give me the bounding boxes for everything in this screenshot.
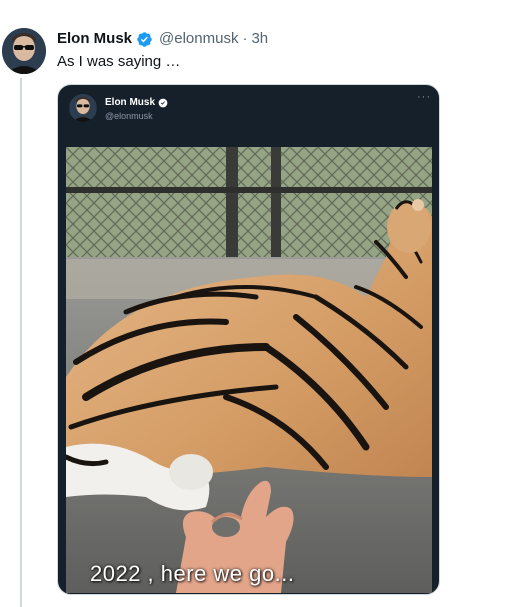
embedded-author-name: Elon Musk [105, 97, 168, 108]
more-options-icon: ··· [417, 91, 431, 103]
embedded-author-handle: @elonmusk [105, 111, 153, 121]
embedded-author-avatar [69, 94, 97, 122]
author-name[interactable]: Elon Musk [57, 29, 132, 49]
author-handle[interactable]: @elonmusk [159, 29, 238, 49]
tiger-photo: 2022 , here we go... [66, 147, 432, 593]
tweet-text: As I was saying … [57, 53, 181, 70]
verified-badge-icon [137, 31, 152, 47]
embedded-tweet-header: Elon Musk @elonmusk ··· [58, 85, 439, 147]
embedded-verified-badge-icon [158, 98, 168, 107]
author-avatar[interactable] [2, 28, 46, 74]
separator-dot: · [242, 30, 248, 47]
tweet-header: Elon Musk @elonmusk · 3h [57, 29, 268, 49]
tweet-timestamp[interactable]: 3h [251, 29, 268, 49]
tweet[interactable]: Elon Musk @elonmusk · 3h As I was saying… [0, 0, 512, 607]
thread-line [20, 78, 22, 607]
embedded-author-name-text: Elon Musk [105, 97, 156, 108]
image-caption: 2022 , here we go... [90, 561, 295, 586]
tweet-media[interactable]: Elon Musk @elonmusk ··· 2022 , here we g… [57, 84, 440, 595]
